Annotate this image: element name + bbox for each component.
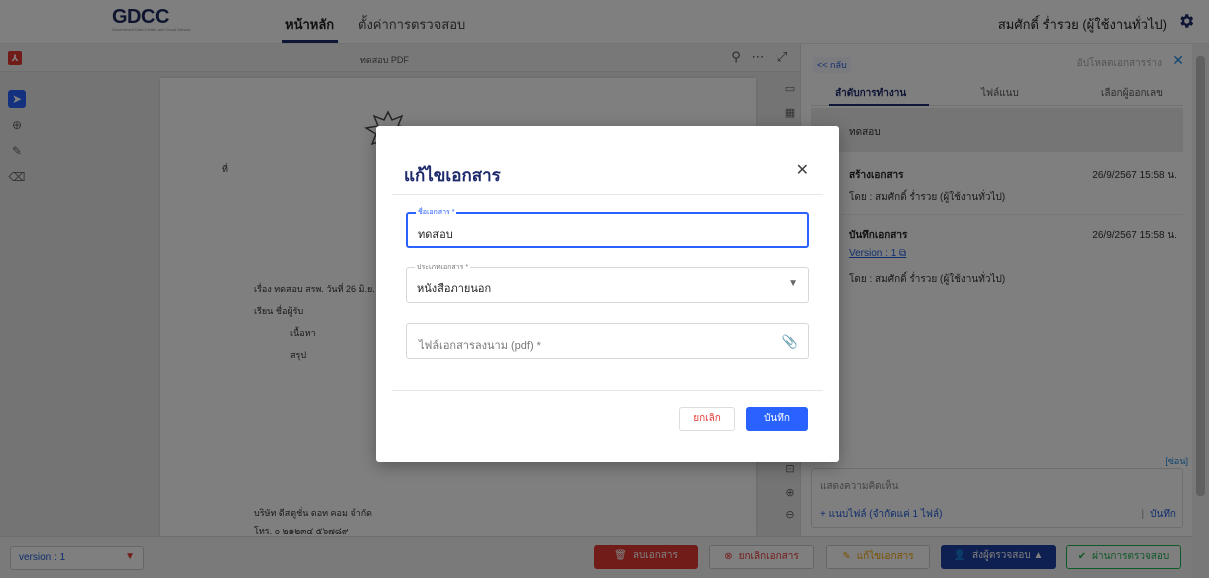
signed-file-field[interactable]: ไฟล์เอกสารลงนาม (pdf) * 📎 <box>406 323 809 359</box>
save-button[interactable]: บันทึก <box>746 407 808 431</box>
document-name-field[interactable]: ชื่อเอกสาร * ทดสอบ <box>406 207 809 248</box>
document-name-input[interactable]: ทดสอบ <box>418 225 453 243</box>
chevron-down-icon: ▼ <box>788 278 798 289</box>
divider <box>392 194 823 195</box>
paperclip-icon[interactable]: 📎 <box>782 334 798 350</box>
document-type-select[interactable]: ประเภทเอกสาร * หนังสือภายนอก ▼ <box>406 262 809 303</box>
document-type-value: หนังสือภายนอก <box>417 283 492 295</box>
divider <box>392 390 823 391</box>
field-label: ประเภทเอกสาร * <box>415 262 471 273</box>
edit-document-dialog: แก้ไขเอกสาร ✕ ชื่อเอกสาร * ทดสอบ ประเภทเ… <box>376 126 839 462</box>
close-icon[interactable]: ✕ <box>796 160 809 180</box>
field-label: ชื่อเอกสาร * <box>416 207 457 218</box>
dialog-title: แก้ไขเอกสาร <box>404 166 501 185</box>
cancel-button[interactable]: ยกเลิก <box>679 407 735 431</box>
signed-file-placeholder: ไฟล์เอกสารลงนาม (pdf) * <box>419 340 541 352</box>
